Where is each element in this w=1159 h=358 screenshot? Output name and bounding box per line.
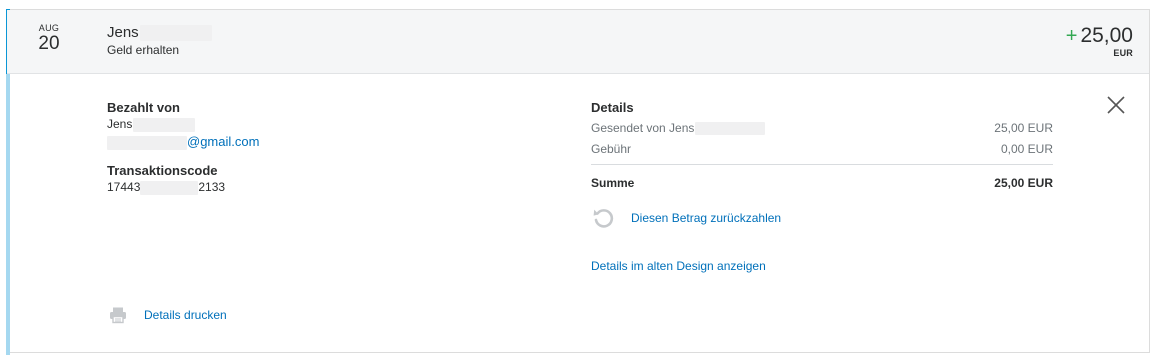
- printer-icon: [110, 307, 126, 324]
- refund-label[interactable]: Diesen Betrag zurückzahlen: [631, 211, 781, 225]
- amount-sign: +: [1065, 25, 1078, 47]
- old-design-link[interactable]: Details im alten Design anzeigen: [591, 258, 766, 273]
- transaction-type: Geld erhalten: [107, 43, 180, 57]
- total-label: Summe: [591, 176, 635, 190]
- old-design-label[interactable]: Details im alten Design anzeigen: [591, 259, 766, 273]
- total-value: 25,00 EUR: [994, 176, 1053, 190]
- refund-link[interactable]: Diesen Betrag zurückzahlen: [591, 206, 781, 230]
- code-prefix: 17443: [107, 180, 141, 194]
- transaction-party: Jens Geld erhalten: [107, 24, 212, 58]
- transaction-amount: +25,00 EUR: [1066, 24, 1133, 58]
- party-name: Jens: [107, 24, 139, 41]
- accent-bar-light: [6, 74, 10, 355]
- transaction-card: AUG 20 Jens Geld erhalten +25,00 EUR Bez…: [6, 9, 1150, 355]
- redacted-surname: [133, 117, 196, 132]
- print-link[interactable]: Details drucken: [109, 306, 227, 324]
- redacted-code: [140, 180, 199, 195]
- details-row-value: 25,00 EUR: [994, 121, 1053, 135]
- details-title: Details: [591, 100, 634, 115]
- code-suffix: 2133: [198, 180, 226, 194]
- details-row-label: Gebühr: [591, 142, 632, 156]
- paid-by-title: Bezahlt von: [107, 100, 180, 115]
- transaction-code: 17443 2133: [107, 179, 259, 196]
- redacted-surname: [139, 25, 212, 42]
- details-row-value: 0,00 EUR: [1000, 142, 1053, 156]
- date-day: 20: [38, 33, 60, 54]
- close-icon[interactable]: [1105, 94, 1127, 116]
- amount-value: 25,00: [1080, 24, 1133, 47]
- refresh-icon: [593, 209, 614, 228]
- details-row-label: Gesendet von Jens: [591, 121, 695, 135]
- paid-by-section: Bezahlt von Jens @gmail.com Transaktions…: [107, 100, 259, 196]
- transaction-header[interactable]: AUG 20 Jens Geld erhalten +25,00 EUR: [7, 10, 1149, 74]
- redacted-email-user: [107, 135, 187, 150]
- divider: [591, 164, 1053, 165]
- payer-email[interactable]: @gmail.com: [187, 134, 259, 149]
- details-row: Gesendet von Jens 25,00 EUR: [591, 118, 1053, 139]
- redacted-surname: [695, 122, 766, 136]
- transaction-date: AUG 20: [29, 22, 69, 54]
- print-label[interactable]: Details drucken: [144, 308, 227, 322]
- details-row: Gebühr 0,00 EUR: [591, 139, 1053, 160]
- details-section: Details Gesendet von Jens 25,00 EUR Gebü…: [591, 100, 1053, 191]
- transaction-code-title: Transaktionscode: [107, 163, 218, 178]
- amount-currency: EUR: [1113, 48, 1133, 58]
- details-total: Summe 25,00 EUR: [591, 175, 1053, 191]
- payer-name: Jens: [107, 117, 133, 131]
